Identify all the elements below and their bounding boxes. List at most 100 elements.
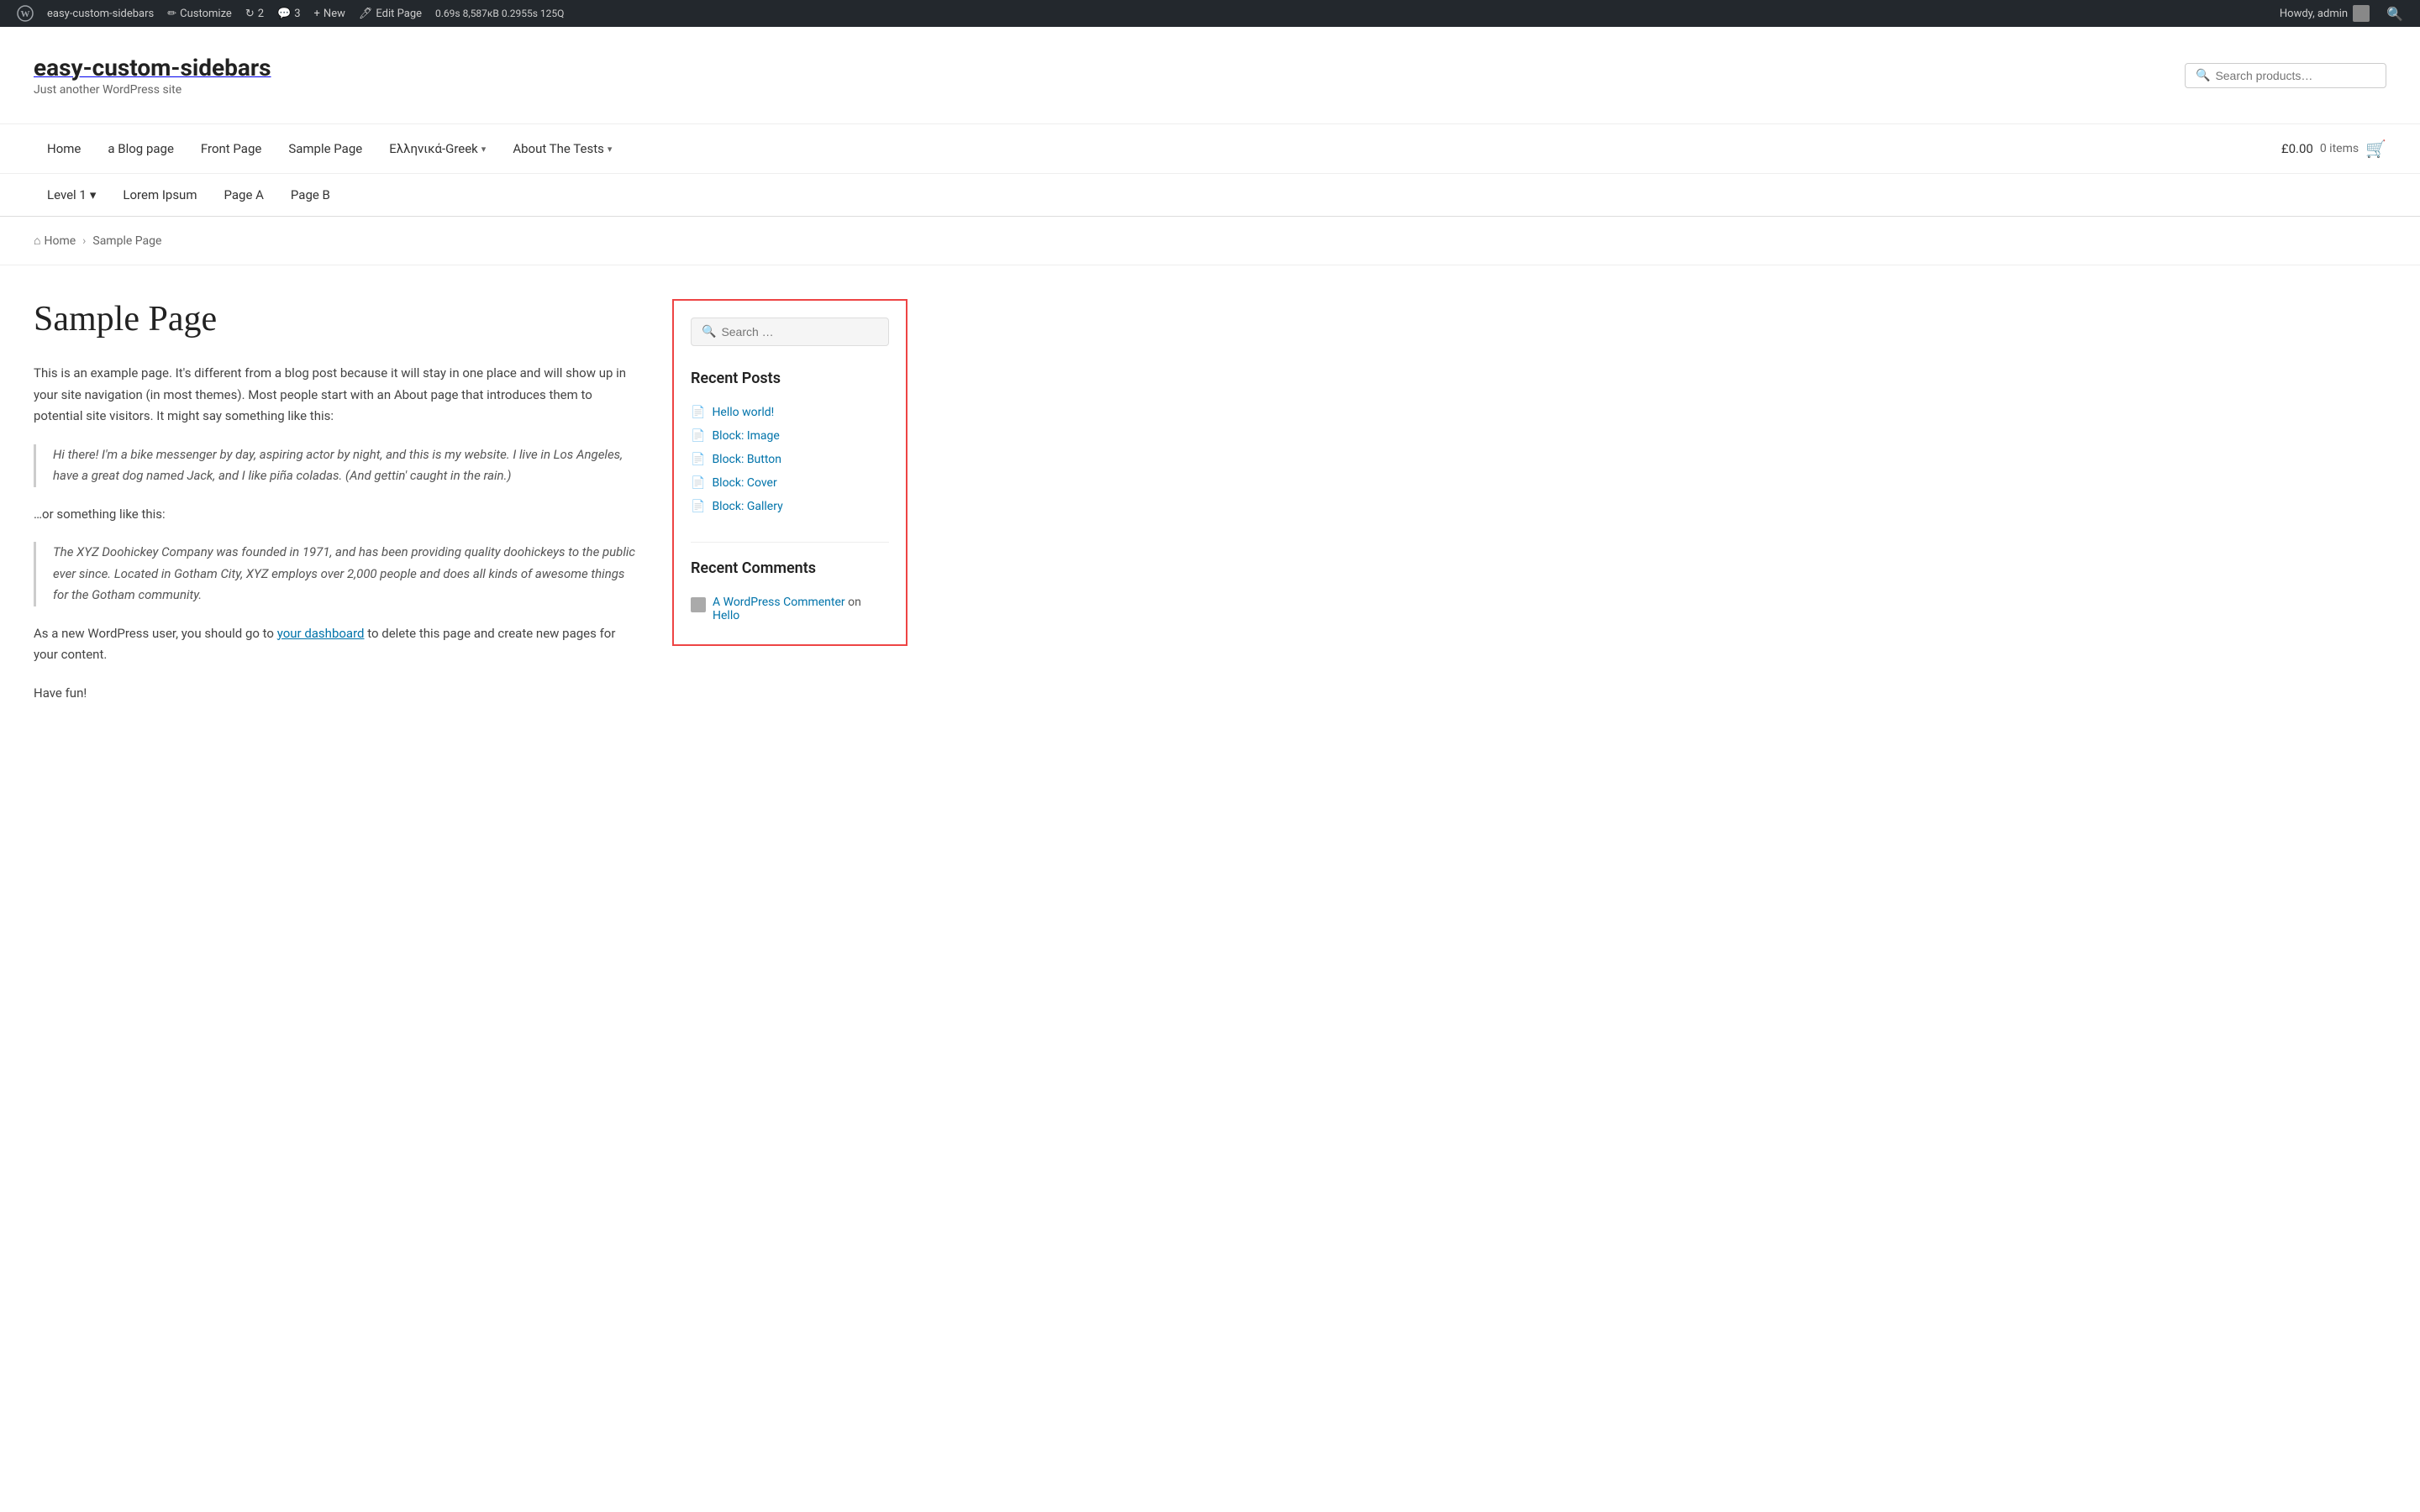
- cart-widget[interactable]: £0.00 0 items 🛒: [2281, 139, 2386, 159]
- nav-link-greek[interactable]: Ελληνικά-Greek ▾: [376, 124, 499, 173]
- nav-label-blog: a Blog page: [108, 141, 174, 156]
- new-label: New: [324, 8, 345, 20]
- post-icon: 📄: [691, 406, 705, 419]
- recent-post-link-3[interactable]: Block: Button: [712, 453, 781, 466]
- secondary-menu: Level 1 ▾ Lorem Ipsum Page A Page B: [0, 174, 2420, 217]
- blockquote-1-text: Hi there! I'm a bike messenger by day, a…: [53, 444, 639, 487]
- site-name-button[interactable]: easy-custom-sidebars: [40, 0, 160, 27]
- recent-posts-list: 📄 Hello world! 📄 Block: Image 📄 Block: B…: [691, 401, 889, 518]
- svg-text:W: W: [21, 9, 30, 19]
- wp-logo-button[interactable]: W: [10, 0, 40, 27]
- nav-link-pagea[interactable]: Page A: [210, 174, 276, 216]
- comment-post-link[interactable]: Hello: [713, 609, 739, 622]
- comment-on-text: on: [848, 596, 861, 609]
- nav-item-lorem[interactable]: Lorem Ipsum: [109, 174, 210, 216]
- user-menu[interactable]: Howdy, admin: [2273, 5, 2376, 22]
- site-branding: easy-custom-sidebars Just another WordPr…: [34, 54, 271, 97]
- list-item: 📄 Block: Gallery: [691, 495, 889, 518]
- primary-navigation: Home a Blog page Front Page Sample Page: [0, 124, 2420, 174]
- nav-label-front: Front Page: [201, 141, 261, 156]
- edit-icon: 🖊: [359, 8, 373, 20]
- list-item: 📄 Block: Cover: [691, 471, 889, 495]
- new-content-button[interactable]: + New: [308, 0, 352, 27]
- nav-link-about-tests[interactable]: About The Tests ▾: [499, 124, 625, 173]
- edit-page-button[interactable]: 🖊 Edit Page: [352, 0, 429, 27]
- sidebar-search-input[interactable]: [721, 325, 878, 339]
- customize-button[interactable]: ✏ Customize: [160, 0, 239, 27]
- dashboard-paragraph: As a new WordPress user, you should go t…: [34, 623, 639, 666]
- comment-author-link[interactable]: A WordPress Commenter: [713, 596, 845, 609]
- sidebar-search-box[interactable]: 🔍: [691, 318, 889, 346]
- recent-comments-title: Recent Comments: [691, 559, 889, 577]
- nav-link-blog[interactable]: a Blog page: [94, 124, 187, 173]
- site-title-link[interactable]: easy-custom-sidebars: [34, 63, 271, 79]
- chevron-down-icon: ▾: [481, 144, 487, 155]
- nav-item-front[interactable]: Front Page: [187, 124, 275, 173]
- nav-item-about-tests[interactable]: About The Tests ▾: [499, 124, 625, 173]
- blockquote-1: Hi there! I'm a bike messenger by day, a…: [34, 444, 639, 487]
- nav-item-pagea[interactable]: Page A: [210, 174, 276, 216]
- nav-link-lorem[interactable]: Lorem Ipsum: [109, 174, 210, 216]
- admin-bar-right: Howdy, admin 🔍: [2273, 5, 2410, 22]
- updates-count: 2: [258, 8, 264, 20]
- updates-button[interactable]: ↻ 2: [239, 0, 271, 27]
- nav-item-pageb[interactable]: Page B: [277, 174, 344, 216]
- site-name-label: easy-custom-sidebars: [47, 8, 154, 20]
- nav-label-sample: Sample Page: [288, 141, 362, 156]
- home-icon: ⌂: [34, 234, 40, 248]
- chevron-down-icon-2: ▾: [608, 144, 613, 155]
- nav-link-sample[interactable]: Sample Page: [275, 124, 376, 173]
- header-search-box[interactable]: 🔍: [2185, 63, 2386, 88]
- nav-label-pageb: Page B: [291, 187, 330, 202]
- nav-item-level1[interactable]: Level 1 ▾: [34, 174, 109, 216]
- breadcrumb-separator: ›: [82, 234, 86, 248]
- cart-icon: 🛒: [2365, 139, 2386, 159]
- breadcrumb-home-link[interactable]: ⌂ Home: [34, 234, 76, 248]
- recent-comments-list: A WordPress Commenter on Hello: [691, 591, 889, 627]
- chevron-down-icon-3: ▾: [90, 187, 97, 202]
- page-body: This is an example page. It's different …: [34, 363, 639, 704]
- edit-page-label: Edit Page: [376, 8, 422, 20]
- recent-post-link-4[interactable]: Block: Cover: [712, 476, 776, 490]
- nav-label-level1: Level 1: [47, 187, 87, 202]
- nav-link-home[interactable]: Home: [34, 124, 94, 173]
- dashboard-link[interactable]: your dashboard: [277, 626, 365, 641]
- header-search-input[interactable]: [2215, 69, 2375, 82]
- nav-link-level1[interactable]: Level 1 ▾: [34, 174, 109, 216]
- recent-post-link-5[interactable]: Block: Gallery: [712, 500, 782, 513]
- comment-avatar: [691, 597, 706, 612]
- cart-items-label: 0 items: [2320, 142, 2359, 155]
- customize-icon: ✏: [167, 8, 176, 20]
- blockquote-2-text: The XYZ Doohickey Company was founded in…: [53, 542, 639, 606]
- nav-label-greek: Ελληνικά-Greek: [389, 141, 478, 156]
- list-item: 📄 Hello world!: [691, 401, 889, 424]
- admin-search-button[interactable]: 🔍: [2380, 6, 2410, 22]
- nav-link-pageb[interactable]: Page B: [277, 174, 344, 216]
- recent-posts-title: Recent Posts: [691, 370, 889, 387]
- recent-post-link-2[interactable]: Block: Image: [712, 429, 779, 443]
- howdy-label: Howdy, admin: [2280, 8, 2348, 20]
- post-icon: 📄: [691, 429, 705, 443]
- nav-label-lorem: Lorem Ipsum: [123, 187, 197, 202]
- site-description: Just another WordPress site: [34, 83, 271, 97]
- list-item: 📄 Block: Image: [691, 424, 889, 448]
- comments-button[interactable]: 💬 3: [271, 0, 308, 27]
- recent-post-link-1[interactable]: Hello world!: [712, 406, 774, 419]
- nav-item-blog[interactable]: a Blog page: [94, 124, 187, 173]
- sidebar-divider: [691, 542, 889, 543]
- nav-item-home[interactable]: Home: [34, 124, 94, 173]
- list-item: 📄 Block: Button: [691, 448, 889, 471]
- plus-icon: +: [314, 8, 320, 20]
- nav-item-sample[interactable]: Sample Page: [275, 124, 376, 173]
- nav-item-greek[interactable]: Ελληνικά-Greek ▾: [376, 124, 499, 173]
- site-wrapper: easy-custom-sidebars Just another WordPr…: [0, 27, 2420, 754]
- content-area: Sample Page This is an example page. It'…: [0, 265, 1176, 754]
- sidebar-search-icon: 🔍: [702, 325, 716, 339]
- nav-label-home: Home: [47, 141, 81, 156]
- post-icon: 📄: [691, 476, 705, 490]
- avatar: [2353, 5, 2370, 22]
- performance-info: 0.69s 8,587кB 0.2955s 125Q: [429, 8, 571, 19]
- nav-link-front[interactable]: Front Page: [187, 124, 275, 173]
- primary-nav-inner: Home a Blog page Front Page Sample Page: [0, 124, 2420, 174]
- header-search-icon: 🔍: [2196, 69, 2210, 82]
